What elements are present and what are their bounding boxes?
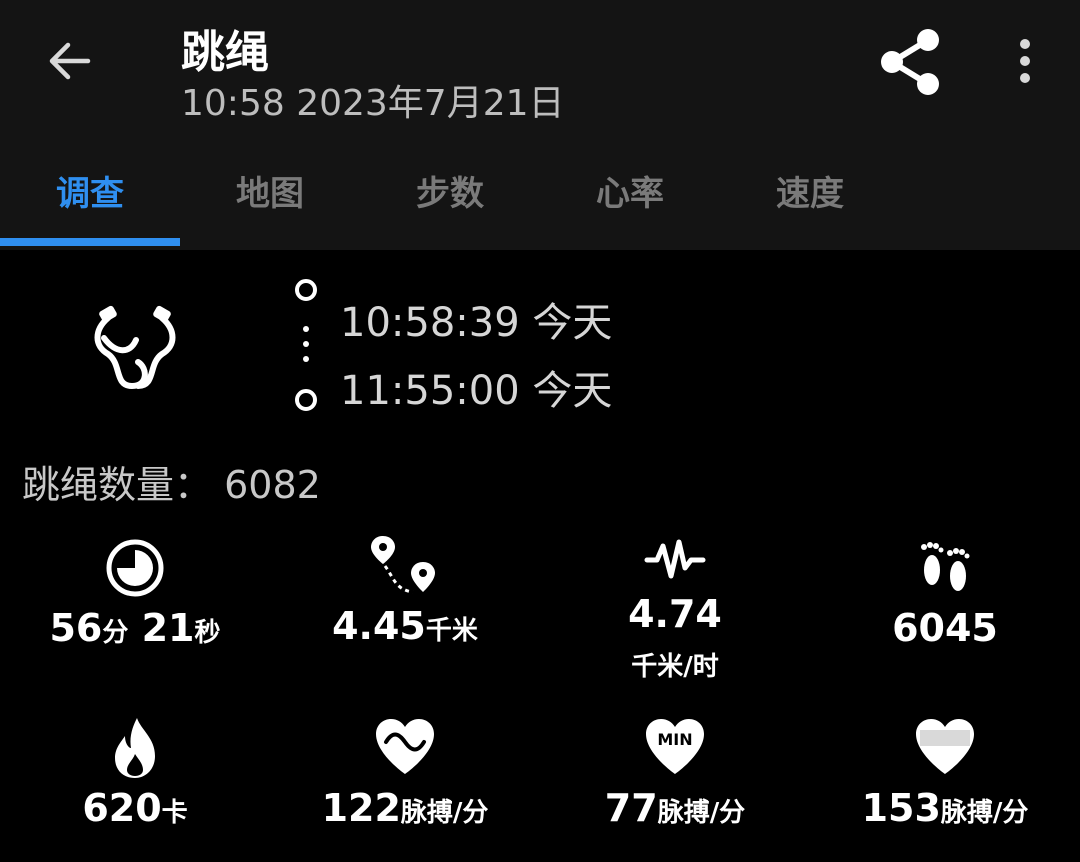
start-time-value: 10:58:39 xyxy=(340,300,520,346)
start-time: 10:58:39 今天 xyxy=(340,290,612,348)
stat-speed: 4.74 千米/时 xyxy=(540,538,810,683)
calories-value: 620卡 xyxy=(82,786,188,830)
distance-value: 4.45千米 xyxy=(332,604,478,648)
more-options-button[interactable] xyxy=(1005,34,1045,88)
active-tab-indicator xyxy=(0,238,180,246)
time-range-timeline xyxy=(292,278,320,414)
duration-value: 56分 21秒 xyxy=(49,606,221,650)
workout-datetime: 10:58 2023年7月21日 xyxy=(181,83,565,124)
avg-heart-rate-value: 122脉搏/分 xyxy=(321,786,489,830)
steps-value: 6045 xyxy=(892,606,998,650)
share-button[interactable] xyxy=(872,24,948,100)
jump-count-label: 跳绳数量： xyxy=(22,463,213,507)
timeline-icon xyxy=(295,279,317,411)
app-header: 跳绳 10:58 2023年7月21日 调查 地图 步数 心率 速度 xyxy=(0,0,1080,250)
tab-heart-rate[interactable]: 心率 xyxy=(540,150,720,250)
page-title: 跳绳 xyxy=(181,27,269,78)
jump-count-value: 6082 xyxy=(224,463,321,507)
activity-type xyxy=(90,300,180,392)
route-icon xyxy=(371,536,435,594)
end-day: 今天 xyxy=(532,368,613,414)
tab-survey[interactable]: 调查 xyxy=(0,150,180,250)
speed-value: 4.74 xyxy=(628,592,722,636)
speed-unit: 千米/时 xyxy=(631,651,719,682)
heart-min-icon: MIN xyxy=(646,719,704,774)
svg-text:MIN: MIN xyxy=(657,730,692,749)
tab-map[interactable]: 地图 xyxy=(180,150,360,250)
heart-wave-icon xyxy=(376,719,434,774)
max-heart-rate-value: 153脉搏/分 xyxy=(861,786,1029,830)
tab-speed[interactable]: 速度 xyxy=(720,150,900,250)
stat-max-heart-rate: 153脉搏/分 xyxy=(810,716,1080,830)
min-heart-rate-value: 77脉搏/分 xyxy=(604,786,746,830)
tab-bar: 调查 地图 步数 心率 速度 xyxy=(0,150,1080,250)
share-icon xyxy=(881,29,939,95)
stat-min-heart-rate: MIN 77脉搏/分 xyxy=(540,716,810,830)
jump-rope-icon xyxy=(94,305,176,389)
pulse-wave-icon xyxy=(644,539,706,579)
back-button[interactable] xyxy=(40,32,100,92)
stat-distance: 4.45千米 xyxy=(270,532,540,648)
stat-duration: 56分 21秒 xyxy=(0,536,270,650)
stat-steps: 6045 xyxy=(810,536,1080,650)
arrow-left-icon xyxy=(49,42,91,80)
start-day: 今天 xyxy=(532,300,613,346)
stat-calories: 620卡 xyxy=(0,716,270,830)
jump-count: 跳绳数量： 6082 xyxy=(22,454,321,509)
tab-steps[interactable]: 步数 xyxy=(360,150,540,250)
footprints-icon xyxy=(921,542,970,591)
workout-detail-screen: 跳绳 10:58 2023年7月21日 调查 地图 步数 心率 速度 10:58… xyxy=(0,0,1080,862)
timer-icon xyxy=(106,539,164,597)
end-time: 11:55:00 今天 xyxy=(340,358,612,416)
heart-max-icon xyxy=(916,719,974,774)
more-vertical-icon xyxy=(1020,39,1030,83)
end-time-value: 11:55:00 xyxy=(340,368,520,414)
stat-avg-heart-rate: 122脉搏/分 xyxy=(270,716,540,830)
flame-icon xyxy=(115,718,155,778)
